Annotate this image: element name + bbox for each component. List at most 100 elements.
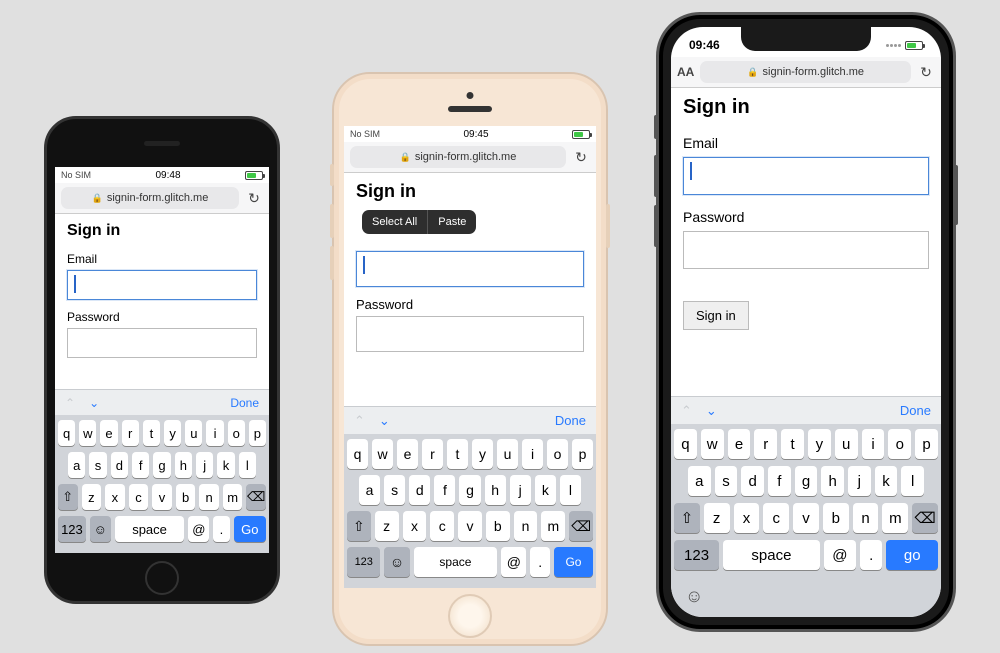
key-l[interactable]: l — [560, 475, 581, 505]
key-t[interactable]: t — [447, 439, 468, 469]
key-l[interactable]: l — [239, 452, 256, 478]
key-d[interactable]: d — [741, 466, 764, 496]
key-z[interactable]: z — [704, 503, 730, 533]
key-e[interactable]: e — [728, 429, 751, 459]
key-t[interactable]: t — [781, 429, 804, 459]
backspace-key[interactable]: ⌫ — [912, 503, 938, 533]
key-r[interactable]: r — [122, 420, 139, 446]
key-m[interactable]: m — [541, 511, 565, 541]
key-t[interactable]: t — [143, 420, 160, 446]
keyboard-done-button[interactable]: Done — [900, 403, 931, 418]
shift-key[interactable]: ⇧ — [347, 511, 371, 541]
paste-button[interactable]: Paste — [428, 210, 476, 234]
key-q[interactable]: q — [674, 429, 697, 459]
go-key[interactable]: go — [886, 540, 938, 570]
key-l[interactable]: l — [901, 466, 924, 496]
dot-key[interactable]: . — [530, 547, 550, 577]
at-key[interactable]: @ — [188, 516, 209, 542]
dot-key[interactable]: . — [860, 540, 883, 570]
space-key[interactable]: space — [115, 516, 185, 542]
key-i[interactable]: i — [522, 439, 543, 469]
key-s[interactable]: s — [715, 466, 738, 496]
key-k[interactable]: k — [217, 452, 234, 478]
key-r[interactable]: r — [422, 439, 443, 469]
home-button[interactable] — [448, 594, 492, 638]
key-u[interactable]: u — [497, 439, 518, 469]
shift-key[interactable]: ⇧ — [674, 503, 700, 533]
key-a[interactable]: a — [359, 475, 380, 505]
key-j[interactable]: j — [196, 452, 213, 478]
home-button[interactable] — [145, 561, 179, 595]
key-r[interactable]: r — [754, 429, 777, 459]
key-j[interactable]: j — [510, 475, 531, 505]
key-u[interactable]: u — [185, 420, 202, 446]
next-field-icon[interactable]: ⌄ — [89, 396, 99, 410]
backspace-key[interactable]: ⌫ — [246, 484, 266, 510]
space-key[interactable]: space — [414, 547, 498, 577]
key-n[interactable]: n — [514, 511, 538, 541]
key-k[interactable]: k — [875, 466, 898, 496]
prev-field-icon[interactable]: ⌃ — [681, 403, 692, 419]
key-p[interactable]: p — [572, 439, 593, 469]
key-q[interactable]: q — [58, 420, 75, 446]
key-f[interactable]: f — [434, 475, 455, 505]
key-m[interactable]: m — [223, 484, 243, 510]
key-i[interactable]: i — [206, 420, 223, 446]
shift-key[interactable]: ⇧ — [58, 484, 78, 510]
key-o[interactable]: o — [547, 439, 568, 469]
key-z[interactable]: z — [375, 511, 399, 541]
email-field[interactable] — [67, 270, 257, 300]
at-key[interactable]: @ — [501, 547, 526, 577]
key-h[interactable]: h — [485, 475, 506, 505]
key-y[interactable]: y — [164, 420, 181, 446]
key-o[interactable]: o — [888, 429, 911, 459]
go-key[interactable]: Go — [554, 547, 593, 577]
key-f[interactable]: f — [768, 466, 791, 496]
key-o[interactable]: o — [228, 420, 245, 446]
url-field[interactable]: 🔒 signin-form.glitch.me — [350, 146, 566, 168]
signin-button[interactable]: Sign in — [683, 301, 749, 330]
key-b[interactable]: b — [823, 503, 849, 533]
space-key[interactable]: space — [723, 540, 820, 570]
key-v[interactable]: v — [793, 503, 819, 533]
dot-key[interactable]: . — [213, 516, 229, 542]
key-c[interactable]: c — [763, 503, 789, 533]
keyboard-done-button[interactable]: Done — [230, 396, 259, 410]
key-w[interactable]: w — [372, 439, 393, 469]
email-field[interactable] — [356, 251, 584, 287]
prev-field-icon[interactable]: ⌃ — [65, 396, 75, 410]
text-size-button[interactable]: AA — [677, 65, 694, 79]
key-f[interactable]: f — [132, 452, 149, 478]
key-q[interactable]: q — [347, 439, 368, 469]
key-v[interactable]: v — [458, 511, 482, 541]
refresh-icon[interactable]: ↻ — [245, 190, 263, 207]
key-y[interactable]: y — [808, 429, 831, 459]
key-p[interactable]: p — [249, 420, 266, 446]
key-e[interactable]: e — [100, 420, 117, 446]
password-field[interactable] — [683, 231, 929, 269]
backspace-key[interactable]: ⌫ — [569, 511, 593, 541]
emoji-key[interactable]: ☺ — [384, 547, 409, 577]
key-j[interactable]: j — [848, 466, 871, 496]
key-e[interactable]: e — [397, 439, 418, 469]
key-w[interactable]: w — [79, 420, 96, 446]
refresh-icon[interactable]: ↻ — [917, 64, 935, 81]
key-d[interactable]: d — [409, 475, 430, 505]
key-m[interactable]: m — [882, 503, 908, 533]
key-x[interactable]: x — [105, 484, 125, 510]
key-g[interactable]: g — [459, 475, 480, 505]
key-s[interactable]: s — [89, 452, 106, 478]
email-field[interactable] — [683, 157, 929, 195]
key-x[interactable]: x — [403, 511, 427, 541]
url-field[interactable]: 🔒 signin-form.glitch.me — [61, 187, 239, 209]
emoji-button[interactable]: ☺ — [671, 582, 941, 617]
key-v[interactable]: v — [152, 484, 172, 510]
key-b[interactable]: b — [176, 484, 196, 510]
key-g[interactable]: g — [153, 452, 170, 478]
key-a[interactable]: a — [688, 466, 711, 496]
next-field-icon[interactable]: ⌄ — [379, 413, 390, 429]
key-d[interactable]: d — [111, 452, 128, 478]
key-h[interactable]: h — [821, 466, 844, 496]
key-c[interactable]: c — [129, 484, 149, 510]
numbers-key[interactable]: 123 — [674, 540, 719, 570]
